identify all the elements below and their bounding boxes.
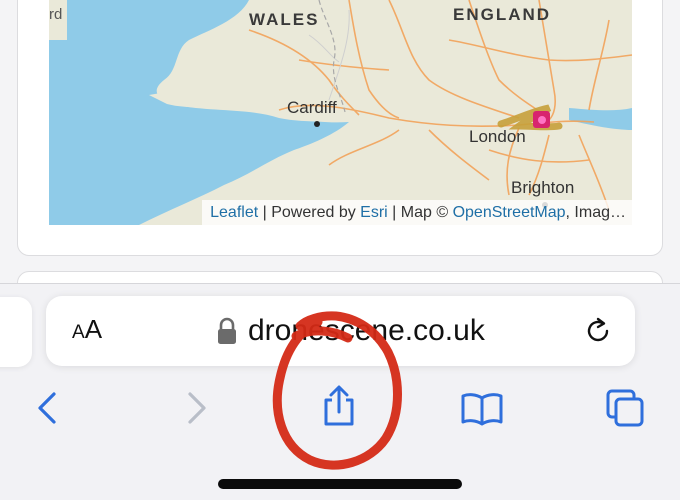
text-size-large: A	[84, 314, 103, 344]
share-icon[interactable]	[318, 384, 360, 428]
reload-icon[interactable]	[583, 316, 613, 346]
wales-label: WALES	[249, 10, 320, 29]
bookmarks-icon[interactable]	[460, 388, 504, 428]
attribution-separator: | Map ©	[387, 204, 453, 221]
london-label: London	[469, 127, 526, 146]
url-text: dronescene.co.uk	[248, 314, 485, 347]
brighton-label: Brighton	[511, 178, 575, 197]
tabs-icon[interactable]	[604, 387, 646, 429]
openstreetmap-link[interactable]: OpenStreetMap	[453, 204, 566, 221]
cardiff-label: Cardiff	[287, 98, 337, 117]
map-attribution: Leaflet | Powered by Esri | Map © OpenSt…	[202, 200, 632, 225]
partial-place-label: rd	[49, 6, 63, 23]
attribution-tail: , Imag…	[565, 204, 626, 221]
esri-link[interactable]: Esri	[360, 204, 388, 221]
previous-tab-peek[interactable]	[0, 297, 32, 367]
text-size-small: A	[72, 322, 85, 343]
home-indicator	[218, 479, 462, 489]
map[interactable]: rd WALES ENGLAND Cardiff London Brighton…	[49, 0, 632, 225]
attribution-separator: | Powered by	[258, 204, 361, 221]
lock-icon	[218, 317, 236, 344]
url-field[interactable]: dronescene.co.uk	[216, 314, 485, 348]
leaflet-link[interactable]: Leaflet	[210, 204, 258, 221]
text-size-button[interactable]: AA	[72, 314, 102, 345]
back-icon[interactable]	[28, 388, 68, 428]
england-label: ENGLAND	[453, 5, 552, 24]
forward-icon[interactable]	[176, 388, 216, 428]
address-bar[interactable]: AA dronescene.co.uk	[46, 296, 635, 366]
